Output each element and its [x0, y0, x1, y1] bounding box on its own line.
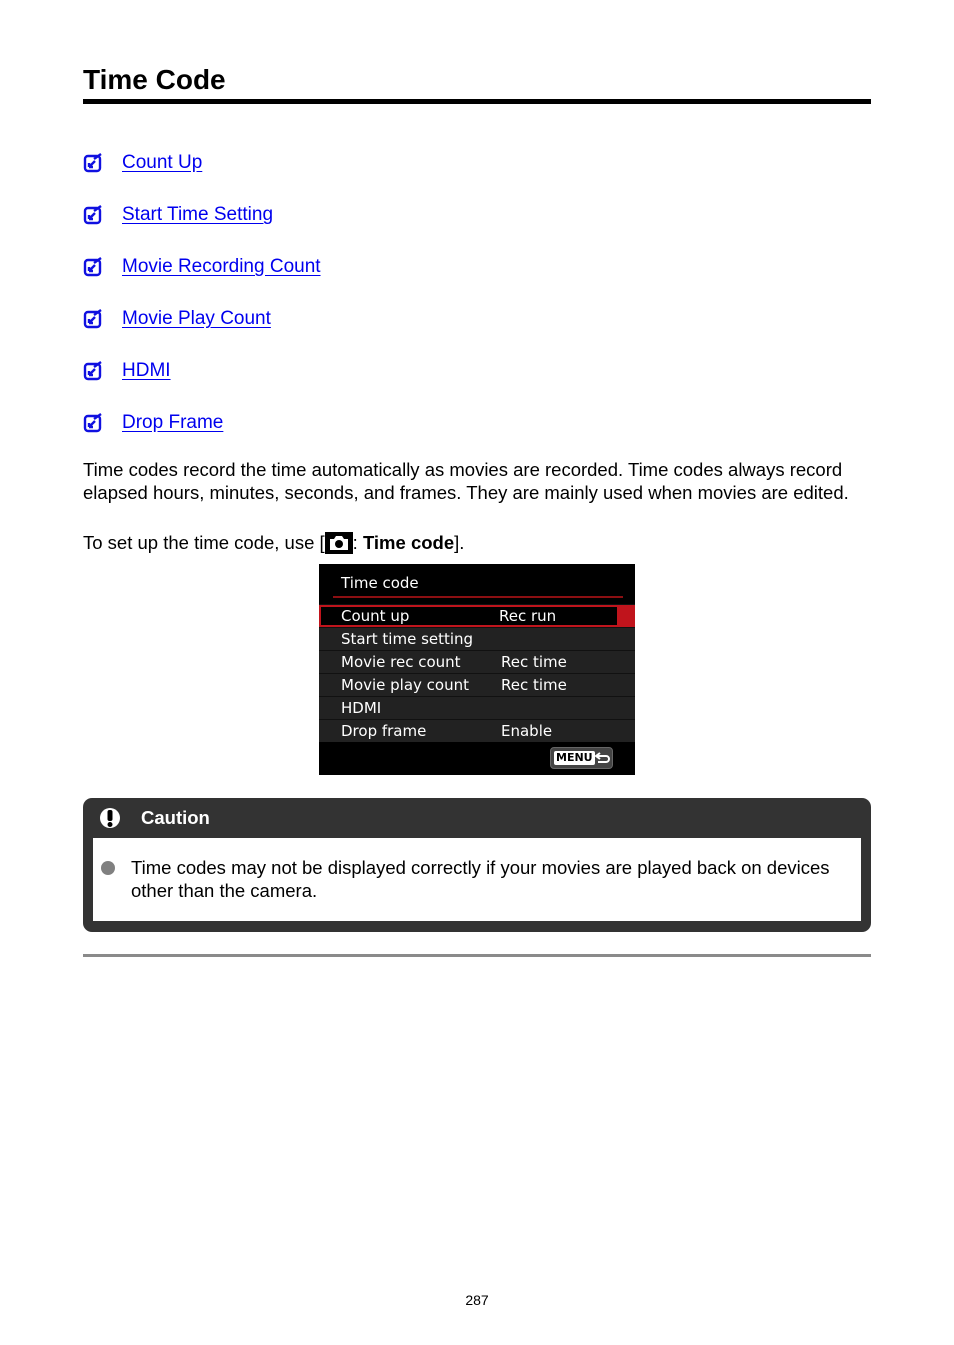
- return-arrow-icon: [595, 752, 610, 763]
- toc-link-count-up[interactable]: Count Up: [122, 150, 202, 176]
- row-label: Start time setting: [341, 630, 474, 648]
- menu-row-start-time-setting[interactable]: Start time setting: [319, 627, 635, 650]
- page-number: 287: [465, 1292, 489, 1308]
- setup-prefix: To set up the time code, use [: [83, 532, 325, 553]
- page-title: Time Code: [83, 64, 226, 95]
- toc-item: HDMI: [83, 358, 321, 410]
- caution-body: Time codes may not be displayed correctl…: [93, 838, 861, 921]
- screen-title-rule: [333, 596, 623, 598]
- setup-menu-name: Time code: [362, 532, 455, 553]
- toc-item: Count Up: [83, 150, 321, 202]
- checkbox-arrow-icon: [83, 361, 102, 381]
- row-label: Movie play count: [341, 676, 470, 694]
- toc-item: Start Time Setting: [83, 202, 321, 254]
- checkbox-arrow-icon: [83, 309, 102, 329]
- checkbox-arrow-icon: [83, 413, 102, 433]
- setup-suffix: ].: [454, 532, 465, 553]
- row-label: Count up: [341, 607, 410, 625]
- exclamation-icon: [100, 808, 120, 828]
- toc-item: Movie Recording Count: [83, 254, 321, 306]
- checkbox-arrow-icon: [83, 257, 102, 277]
- menu-row-movie-rec-count[interactable]: Movie rec count Rec time: [319, 650, 635, 673]
- menu-row-hdmi[interactable]: HDMI: [319, 696, 635, 719]
- row-value: Rec time: [501, 676, 567, 694]
- menu-row-count-up[interactable]: Count up Rec run: [319, 604, 635, 627]
- menu-row-movie-play-count[interactable]: Movie play count Rec time: [319, 673, 635, 696]
- bottom-rule: [83, 954, 871, 957]
- toc-link-hdmi[interactable]: HDMI: [122, 358, 171, 384]
- checkbox-arrow-icon: [83, 153, 102, 173]
- row-label: Drop frame: [341, 722, 427, 740]
- row-value: Enable: [501, 722, 553, 740]
- caution-box: Caution Time codes may not be displayed …: [83, 798, 871, 932]
- row-label: Movie rec count: [341, 653, 461, 671]
- camera-menu-screenshot: Time code Count up Rec run Start time se…: [319, 564, 635, 775]
- setup-instruction: To set up the time code, use [: Time cod…: [83, 531, 464, 554]
- toc-list: Count Up Start Time Setting Movie Record…: [83, 150, 321, 462]
- screen-title: Time code: [341, 574, 419, 592]
- toc-link-movie-recording-count[interactable]: Movie Recording Count: [122, 254, 321, 280]
- row-label: HDMI: [341, 699, 382, 717]
- toc-link-start-time-setting[interactable]: Start Time Setting: [122, 202, 273, 228]
- row-value: Rec run: [499, 607, 557, 625]
- toc-item: Movie Play Count: [83, 306, 321, 358]
- menu-row-drop-frame[interactable]: Drop frame Enable: [319, 719, 635, 742]
- menu-label: MENU: [554, 751, 595, 765]
- intro-paragraph: Time codes record the time automatically…: [83, 459, 849, 503]
- toc-link-drop-frame[interactable]: Drop Frame: [122, 410, 223, 436]
- setup-sep: :: [352, 532, 363, 553]
- camera-icon: [324, 531, 353, 554]
- toc-item: Drop Frame: [83, 410, 321, 462]
- checkbox-arrow-icon: [83, 205, 102, 225]
- toc-link-movie-play-count[interactable]: Movie Play Count: [122, 306, 271, 332]
- caution-title: Caution: [141, 807, 210, 828]
- menu-return-button[interactable]: MENU: [550, 747, 613, 769]
- row-value: Rec time: [501, 653, 567, 671]
- caution-text: Time codes may not be displayed correctl…: [131, 857, 830, 901]
- title-rule: [83, 99, 871, 104]
- bullet-icon: [101, 861, 115, 875]
